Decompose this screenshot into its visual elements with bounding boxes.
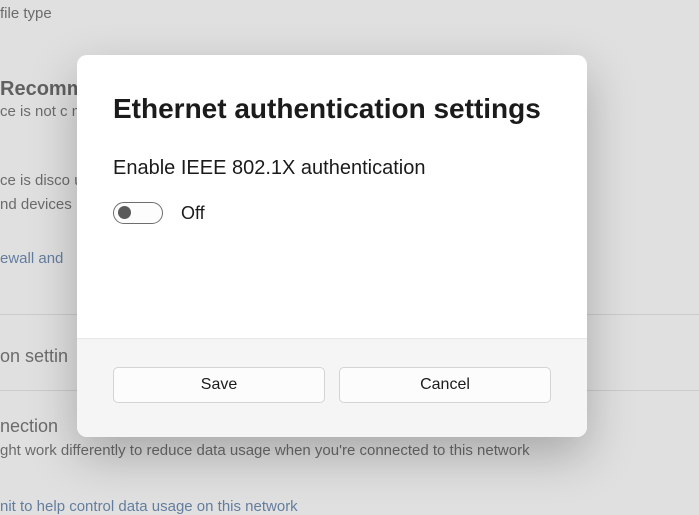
cancel-button[interactable]: Cancel [339,367,551,403]
ieee-8021x-toggle[interactable] [113,202,163,224]
ieee-8021x-toggle-row: Off [113,202,551,224]
ieee-8021x-label: Enable IEEE 802.1X authentication [113,157,551,180]
ethernet-auth-dialog: Ethernet authentication settings Enable … [77,55,587,437]
dialog-title: Ethernet authentication settings [113,93,551,125]
dialog-body: Ethernet authentication settings Enable … [77,55,587,338]
ieee-8021x-toggle-state: Off [181,203,205,224]
dialog-footer: Save Cancel [77,338,587,437]
toggle-knob-icon [118,206,131,219]
save-button[interactable]: Save [113,367,325,403]
